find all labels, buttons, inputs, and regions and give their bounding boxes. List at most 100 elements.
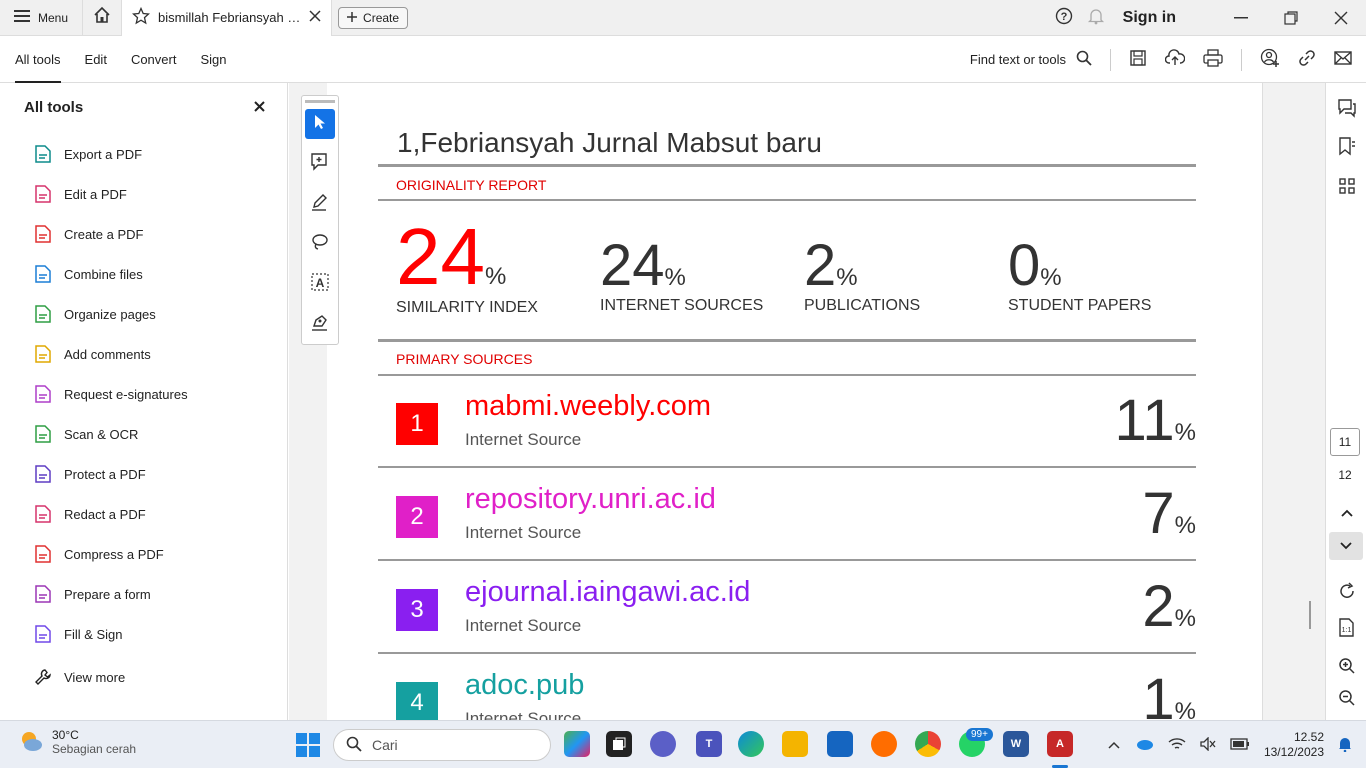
source-name[interactable]: adoc.pub	[465, 669, 584, 702]
text-select-tool[interactable]: A	[305, 269, 335, 299]
tool-item[interactable]: Protect a PDF	[34, 465, 146, 483]
divider	[378, 559, 1196, 561]
teams-app-icon[interactable]: T	[696, 731, 722, 757]
notification-bell-icon[interactable]	[1087, 7, 1105, 30]
tab-all-tools[interactable]: All tools	[3, 36, 73, 83]
acrobat-app-icon[interactable]: A	[1047, 731, 1073, 757]
draw-tool[interactable]	[305, 229, 335, 259]
tool-item[interactable]: Export a PDF	[34, 145, 142, 163]
primary-sources-label: PRIMARY SOURCES	[396, 351, 533, 367]
weather-widget[interactable]: 30°C Sebagian cerah	[18, 728, 136, 756]
panel-title: All tools	[24, 99, 84, 116]
tool-item[interactable]: Redact a PDF	[34, 505, 146, 523]
start-button[interactable]	[296, 733, 320, 762]
share-user-icon[interactable]	[1260, 48, 1280, 71]
next-page-number[interactable]: 12	[1330, 461, 1360, 489]
tool-item[interactable]: Create a PDF	[34, 225, 143, 243]
menu-button[interactable]: Menu	[0, 0, 82, 36]
system-tray: 12.52 13/12/2023	[1108, 721, 1352, 769]
create-button[interactable]: Create	[338, 6, 409, 29]
tool-item[interactable]: Prepare a form	[34, 585, 151, 603]
source-rank: 3	[396, 589, 438, 631]
source-name[interactable]: ejournal.iaingawi.ac.id	[465, 576, 750, 609]
firefox-icon[interactable]	[871, 731, 897, 757]
divider	[378, 339, 1196, 342]
home-button[interactable]	[82, 0, 123, 36]
zoom-in-icon[interactable]	[1336, 655, 1358, 677]
close-window-icon[interactable]	[1316, 11, 1366, 25]
sign-in-button[interactable]: Sign in	[1123, 9, 1176, 27]
save-icon[interactable]	[1129, 49, 1147, 70]
comments-icon[interactable]	[1336, 97, 1358, 119]
tab-edit[interactable]: Edit	[73, 36, 119, 83]
clock[interactable]: 12.52 13/12/2023	[1264, 730, 1324, 760]
tool-item[interactable]: Edit a PDF	[34, 185, 127, 203]
notification-bell-icon[interactable]	[1338, 736, 1352, 755]
email-icon[interactable]	[1334, 51, 1352, 68]
taskbar-search[interactable]: Cari	[333, 729, 551, 761]
chevron-up-icon[interactable]	[1336, 502, 1358, 524]
add-comment-tool[interactable]	[305, 149, 335, 179]
partly-sunny-icon	[18, 729, 44, 756]
link-icon[interactable]	[1298, 49, 1316, 70]
tool-label: Export a PDF	[64, 146, 143, 162]
speaker-muted-icon[interactable]	[1200, 735, 1216, 754]
drag-grip[interactable]	[305, 100, 335, 103]
tool-item[interactable]: Request e-signatures	[34, 385, 188, 403]
view-more-link[interactable]: View more	[34, 668, 125, 686]
highlight-tool[interactable]	[305, 189, 335, 219]
tool-item[interactable]: Fill & Sign	[34, 625, 123, 643]
print-icon[interactable]	[1203, 49, 1223, 70]
copilot-app-icon[interactable]	[564, 731, 590, 757]
stat-value: 24	[600, 233, 665, 298]
onedrive-icon[interactable]	[1134, 738, 1154, 753]
tool-icon	[34, 225, 52, 243]
temperature: 30°C	[52, 728, 79, 742]
upload-cloud-icon[interactable]	[1164, 49, 1186, 70]
tool-item[interactable]: Scan & OCR	[34, 425, 138, 443]
zoom-out-icon[interactable]	[1336, 687, 1358, 709]
chevron-up-icon[interactable]	[1108, 738, 1120, 752]
percent-value: 11	[1114, 388, 1175, 453]
tab-sign[interactable]: Sign	[188, 36, 238, 83]
document-tab[interactable]: bismillah Febriansyah Ju...	[122, 0, 333, 36]
restore-icon[interactable]	[1266, 11, 1316, 25]
star-icon[interactable]	[131, 6, 151, 28]
source-rank: 2	[396, 496, 438, 538]
close-panel-icon[interactable]	[254, 99, 265, 117]
fit-page-icon[interactable]: 1:1	[1336, 617, 1358, 639]
windows-taskbar: 30°C Sebagian cerah Cari T 99+ W A 12.52…	[0, 720, 1366, 768]
battery-icon[interactable]	[1230, 737, 1250, 753]
page-scrollbar-track[interactable]	[1262, 83, 1263, 720]
current-page-number[interactable]: 11	[1330, 428, 1360, 456]
chat-app-icon[interactable]	[650, 731, 676, 757]
task-view-icon[interactable]	[606, 731, 632, 757]
microsoft-store-icon[interactable]	[827, 731, 853, 757]
chrome-icon[interactable]	[915, 731, 941, 757]
rotate-icon[interactable]	[1336, 580, 1358, 602]
scroll-thumb[interactable]	[1309, 601, 1311, 629]
svg-text:1:1: 1:1	[1342, 627, 1352, 634]
source-name[interactable]: mabmi.weebly.com	[465, 390, 711, 423]
help-icon[interactable]: ?	[1055, 7, 1073, 30]
tool-item[interactable]: Add comments	[34, 345, 151, 363]
tool-item[interactable]: Organize pages	[34, 305, 156, 323]
minimize-icon[interactable]	[1216, 17, 1266, 19]
sign-tool[interactable]	[305, 309, 335, 339]
tool-icon	[34, 345, 52, 363]
chevron-down-icon[interactable]	[1329, 532, 1363, 560]
wifi-icon[interactable]	[1168, 737, 1186, 754]
tool-item[interactable]: Compress a PDF	[34, 545, 164, 563]
find-text-button[interactable]: Find text or tools	[970, 50, 1092, 69]
stat-percent: %	[1040, 264, 1062, 291]
close-tab-icon[interactable]	[309, 10, 321, 25]
thumbnails-grid-icon[interactable]	[1336, 175, 1358, 197]
tool-item[interactable]: Combine files	[34, 265, 143, 283]
select-tool-button[interactable]	[305, 109, 335, 139]
file-explorer-icon[interactable]	[782, 731, 808, 757]
edge-browser-icon[interactable]	[738, 731, 764, 757]
tab-convert[interactable]: Convert	[119, 36, 189, 83]
word-app-icon[interactable]: W	[1003, 731, 1029, 757]
source-name[interactable]: repository.unri.ac.id	[465, 483, 716, 516]
bookmark-icon[interactable]	[1336, 135, 1358, 157]
